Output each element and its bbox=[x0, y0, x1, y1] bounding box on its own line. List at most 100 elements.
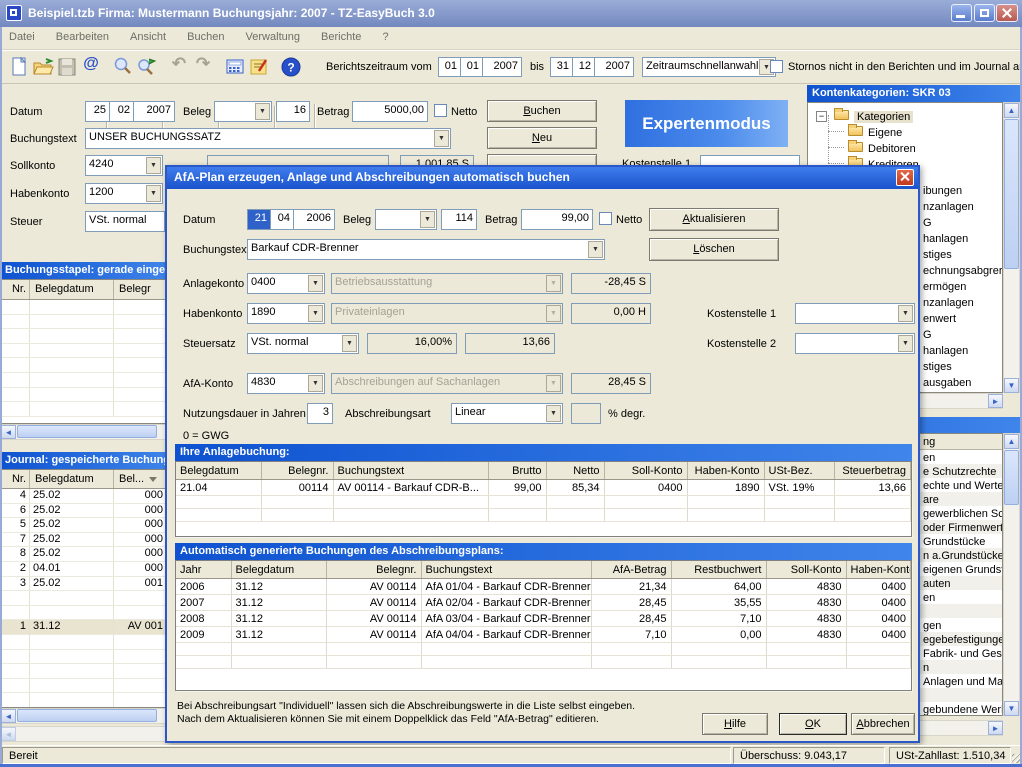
stornos-checkbox[interactable] bbox=[770, 60, 783, 73]
edit-note-icon[interactable] bbox=[248, 56, 270, 78]
plan-row[interactable]: 200931.12 AV 00114AfA 04/04 - Barkauf CD… bbox=[176, 627, 911, 643]
journal-row[interactable]: 725.02000 bbox=[1, 533, 167, 548]
account-item-clipped[interactable]: e Schutzrechte bbox=[923, 466, 996, 478]
account-item-clipped[interactable]: en bbox=[923, 592, 935, 604]
tree-item-clipped[interactable]: enwert bbox=[923, 313, 956, 325]
scroll-right-icon[interactable]: ► bbox=[988, 721, 1003, 735]
chevron-down-icon[interactable]: ▼ bbox=[898, 305, 913, 322]
dialog-title-bar[interactable]: AfA-Plan erzeugen, Anlage und Abschreibu… bbox=[167, 167, 918, 189]
period-to-day[interactable]: 31 bbox=[550, 57, 573, 77]
menu-berichte[interactable]: Berichte bbox=[312, 27, 370, 46]
journal-row[interactable] bbox=[1, 664, 167, 679]
journal-hscrollbar[interactable]: ◄ bbox=[0, 708, 168, 724]
new-document-icon[interactable] bbox=[8, 56, 30, 78]
dialog-datum-day[interactable]: 21 bbox=[247, 209, 271, 230]
account-item-clipped[interactable]: Fabrik- und Gesc bbox=[923, 648, 1003, 660]
undo-icon[interactable]: ↶ bbox=[168, 54, 190, 76]
account-item-clipped[interactable]: echte und Werte bbox=[923, 480, 1003, 492]
account-item-clipped[interactable]: n a.Grundstücke bbox=[923, 550, 1003, 562]
period-to-month[interactable]: 12 bbox=[572, 57, 595, 77]
journal-row[interactable] bbox=[1, 693, 167, 708]
table-row[interactable] bbox=[1, 373, 167, 388]
tree-item-clipped[interactable]: G bbox=[923, 217, 932, 229]
account-item-clipped[interactable]: egebefestigunge bbox=[923, 634, 1003, 646]
account-item-clipped[interactable]: en bbox=[923, 452, 935, 464]
anlagekonto-combo[interactable]: 0400 ▼ bbox=[247, 273, 325, 294]
email-icon[interactable]: @ bbox=[80, 55, 102, 77]
chevron-down-icon[interactable]: ▼ bbox=[898, 335, 913, 352]
tree-item-clipped[interactable]: ermögen bbox=[923, 281, 966, 293]
table-row[interactable] bbox=[1, 388, 167, 403]
ok-button[interactable]: OK bbox=[779, 713, 847, 735]
tree-item-clipped[interactable]: nzanlagen bbox=[923, 201, 974, 213]
redo-icon[interactable]: ↷ bbox=[192, 54, 214, 76]
steuersatz-combo[interactable]: VSt. normal ▼ bbox=[247, 333, 359, 354]
chevron-down-icon[interactable]: ▼ bbox=[588, 241, 603, 258]
tree-item-eigene[interactable]: Eigene bbox=[868, 127, 902, 139]
stapel-col-belegnr[interactable]: Belegr bbox=[114, 280, 167, 299]
accounts-col-header[interactable]: ng bbox=[923, 436, 935, 448]
chevron-down-icon[interactable]: ▼ bbox=[308, 375, 323, 392]
period-from-day[interactable]: 01 bbox=[438, 57, 461, 77]
help-icon[interactable]: ? bbox=[280, 56, 302, 78]
plan-row[interactable]: 200631.12 AV 00114AfA 01/04 - Barkauf CD… bbox=[176, 579, 911, 595]
tree-item-kategorien[interactable]: Kategorien bbox=[854, 111, 913, 123]
scroll-right-icon[interactable]: ► bbox=[988, 394, 1003, 408]
journal-row[interactable]: 825.02000 bbox=[1, 547, 167, 562]
account-item-clipped[interactable]: oder Firmenwert bbox=[923, 522, 1003, 534]
habenkonto-combo[interactable]: 1200 ▼ bbox=[85, 183, 163, 204]
close-button[interactable] bbox=[996, 4, 1018, 22]
menu-ansicht[interactable]: Ansicht bbox=[121, 27, 175, 46]
tree-item-clipped[interactable]: G bbox=[923, 329, 932, 341]
period-to-year[interactable]: 2007 bbox=[594, 57, 634, 77]
journal-row-selected[interactable]: 131.12AV 001 bbox=[1, 620, 167, 635]
tree-item-clipped[interactable]: hanlagen bbox=[923, 345, 968, 357]
expertenmodus-button[interactable]: Expertenmodus bbox=[625, 100, 788, 147]
buchen-button[interactable]: Buchen bbox=[487, 100, 597, 122]
account-item-clipped[interactable]: gewerblichen Sc bbox=[923, 508, 1003, 520]
abbrechen-button[interactable]: Abbrechen bbox=[851, 713, 915, 735]
table-row[interactable] bbox=[1, 329, 167, 344]
scroll-left-icon[interactable]: ◄ bbox=[1, 709, 16, 723]
open-folder-icon[interactable] bbox=[32, 56, 54, 78]
menu-bearbeiten[interactable]: Bearbeiten bbox=[47, 27, 118, 46]
tree-item-clipped[interactable]: hanlagen bbox=[923, 233, 968, 245]
account-item-clipped[interactable]: n bbox=[923, 662, 929, 674]
journal-row[interactable] bbox=[1, 606, 167, 621]
table-row[interactable] bbox=[1, 358, 167, 373]
stapel-col-nr[interactable]: Nr. bbox=[1, 280, 30, 299]
journal-row[interactable]: 204.01000 bbox=[1, 562, 167, 577]
period-from-month[interactable]: 01 bbox=[460, 57, 483, 77]
netto-checkbox[interactable] bbox=[434, 104, 447, 117]
journal-row[interactable] bbox=[1, 679, 167, 694]
account-item-clipped[interactable]: Grundstücke bbox=[923, 536, 985, 548]
dialog-beleg-nr-field[interactable]: 114 bbox=[441, 209, 477, 230]
chevron-down-icon[interactable]: ▼ bbox=[146, 185, 161, 202]
table-row[interactable] bbox=[1, 300, 167, 315]
journal-col-nr[interactable]: Nr. bbox=[1, 470, 30, 488]
scroll-down-icon[interactable]: ▼ bbox=[1004, 701, 1019, 716]
period-from-year[interactable]: 2007 bbox=[482, 57, 522, 77]
datum-year[interactable]: 2007 bbox=[133, 101, 175, 122]
journal-col-belegnr[interactable]: Bel... bbox=[114, 470, 167, 488]
chevron-down-icon[interactable]: ▼ bbox=[255, 103, 270, 120]
plan-row[interactable]: 200831.12 AV 00114AfA 03/04 - Barkauf CD… bbox=[176, 611, 911, 627]
tree-item-clipped[interactable]: stiges bbox=[923, 249, 952, 261]
tree-item-clipped[interactable]: ausgaben bbox=[923, 377, 971, 389]
chevron-down-icon[interactable]: ▼ bbox=[146, 157, 161, 174]
tree-item-clipped[interactable]: echnungsabgrer bbox=[923, 265, 1003, 277]
dialog-betrag-field[interactable]: 99,00 bbox=[521, 209, 593, 230]
account-item-clipped[interactable]: Anlagen und Ma bbox=[923, 676, 1003, 688]
journal-row[interactable]: 525.02000 bbox=[1, 518, 167, 533]
menu-hilfe[interactable]: ? bbox=[373, 27, 397, 46]
table-row[interactable] bbox=[1, 315, 167, 330]
nutzungsdauer-field[interactable]: 3 bbox=[307, 403, 333, 424]
aktualisieren-button[interactable]: Aktualisieren bbox=[649, 208, 779, 231]
account-item-clipped[interactable]: are bbox=[923, 494, 939, 506]
chevron-down-icon[interactable]: ▼ bbox=[308, 275, 323, 292]
calculator-icon[interactable] bbox=[224, 56, 246, 78]
stapel-col-belegdatum[interactable]: Belegdatum bbox=[30, 280, 114, 299]
account-item-clipped[interactable]: gebundene Werk: bbox=[923, 704, 1003, 716]
dialog-habenkonto-combo[interactable]: 1890 ▼ bbox=[247, 303, 325, 324]
chevron-down-icon[interactable]: ▼ bbox=[434, 130, 449, 147]
